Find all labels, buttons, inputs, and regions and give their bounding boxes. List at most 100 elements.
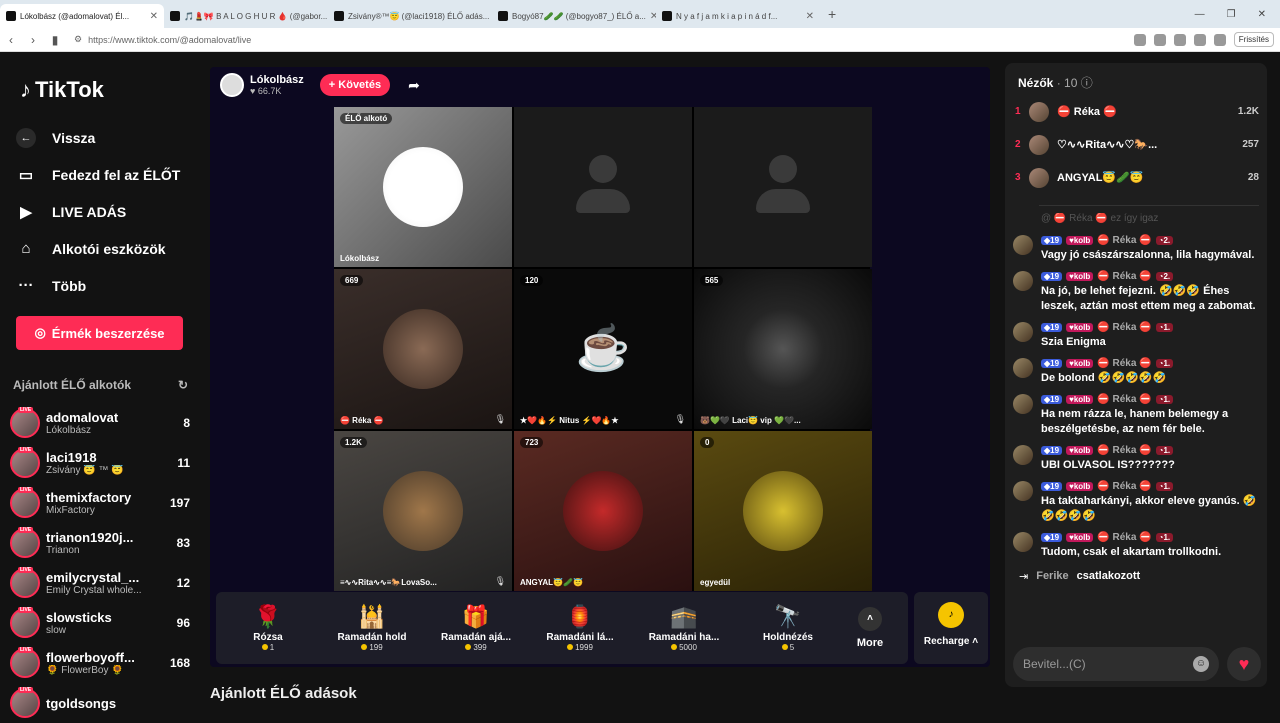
guest-cell[interactable]: 723 ANGYAL😇🥒😇 — [514, 431, 692, 591]
guest-cell[interactable] — [514, 107, 692, 267]
extension-icon[interactable] — [1213, 33, 1226, 46]
commenter-name[interactable]: ⛔ Réka ⛔ — [1097, 481, 1151, 492]
viewer-row[interactable]: 1 ⛔ Réka ⛔ 1.2K — [1015, 95, 1259, 128]
commenter-avatar[interactable] — [1013, 322, 1033, 342]
browser-tab[interactable]: Lókolbász (@adomalovat) Él... ✕ — [0, 4, 164, 28]
back-icon[interactable]: ‹ — [0, 33, 22, 47]
minimize-icon[interactable]: — — [1195, 9, 1205, 20]
emoji-icon[interactable]: ☺ — [1193, 656, 1209, 672]
guest-cell[interactable]: ☕ 120 ★❤️🔥⚡ Nitus ⚡❤️🔥★ 🎙 — [514, 269, 692, 429]
gift-price: 5 — [736, 643, 840, 652]
recommended-creator[interactable]: LIVE themixfactory MixFactory 197 — [10, 483, 190, 523]
guest-cell[interactable]: 0 egyedül — [694, 431, 872, 591]
share-icon[interactable]: ➦ — [408, 77, 420, 94]
joined-text: csatlakozott — [1076, 570, 1141, 582]
bookmark-icon[interactable]: ▮ — [44, 33, 66, 47]
commenter-avatar[interactable] — [1013, 445, 1033, 465]
recharge-button[interactable]: ♪ Recharge ˄ — [914, 592, 988, 664]
refresh-button[interactable]: Frissítés — [1233, 32, 1274, 47]
refresh-icon[interactable]: ↻ — [178, 378, 188, 392]
commenter-name[interactable]: ⛔ Réka ⛔ — [1097, 322, 1151, 333]
like-heart-button[interactable]: ♥ — [1227, 647, 1261, 681]
more-gifts-button[interactable]: ˄ More — [840, 607, 900, 649]
creator-text: flowerboyoff... 🌻 FlowerBoy 🌻 — [46, 650, 156, 676]
commenter-avatar[interactable] — [1013, 481, 1033, 501]
tab-title: Bogyó87🥒🥒 (@bogyo87_) ÉLŐ a... — [512, 11, 646, 21]
commenter-name[interactable]: ⛔ Réka ⛔ — [1097, 358, 1151, 369]
extension-icon[interactable] — [1153, 33, 1166, 46]
nav-item-2[interactable]: ▶ LIVE ADÁS — [16, 193, 192, 230]
recommended-creator[interactable]: LIVE slowsticks slow 96 — [10, 603, 190, 643]
recommended-creator[interactable]: LIVE trianon1920j... Trianon 83 — [10, 523, 190, 563]
recommended-creator[interactable]: LIVE tgoldsongs — [10, 683, 190, 723]
joined-user[interactable]: Ferike — [1036, 570, 1068, 583]
browser-tab[interactable]: N y a f j a m k i a p i n á d f... ✕ — [656, 4, 820, 28]
guest-cell[interactable]: 1.2K ≡∿∿Rita∿∿≡🐎LovaSo... 🎙 — [334, 431, 512, 591]
back-arrow-icon: ← — [16, 127, 36, 148]
tab-title: Zsivány®™😇 (@laci1918) ÉLŐ adás... — [348, 11, 490, 21]
help-icon[interactable]: ⓘ — [1081, 76, 1093, 90]
commenter-avatar[interactable] — [1013, 394, 1033, 414]
gift-item[interactable]: 🏮 Ramadáni lá... 1999 — [528, 604, 632, 652]
coin-icon — [567, 644, 574, 650]
recommended-creator[interactable]: LIVE laci1918 Zsivány 😇 ™ 😇 11 — [10, 443, 190, 483]
gift-item[interactable]: 🌹 Rózsa 1 — [216, 604, 320, 652]
new-tab-button[interactable]: + — [820, 6, 844, 22]
get-coins-button[interactable]: ◎ Érmék beszerzése — [16, 316, 183, 350]
guest-cell[interactable] — [694, 107, 872, 267]
viewer-count: 8 — [183, 416, 190, 430]
tiktok-logo[interactable]: ♪ TikTok — [20, 77, 104, 103]
viewer-row[interactable]: 2 ♡∿∿Rita∿∿♡🐎... 257 — [1015, 128, 1259, 161]
gift-icon: 🕌 — [358, 604, 386, 629]
commenter-name[interactable]: ⛔ Réka ⛔ — [1097, 235, 1151, 246]
tab-close-icon[interactable]: ✕ — [150, 11, 158, 22]
fan-club-badge: ♥kolb — [1066, 395, 1094, 404]
recommended-creator[interactable]: LIVE adomalovat Lókolbász 8 — [10, 403, 190, 443]
extension-icon[interactable] — [1193, 33, 1206, 46]
silhouette-body — [756, 189, 810, 213]
gift-item[interactable]: 🔭 Holdnézés 5 — [736, 604, 840, 652]
chat-input[interactable]: Bevitel...(C) ☺ — [1013, 647, 1219, 681]
guest-cell[interactable]: 669 ⛔ Réka ⛔ 🎙 — [334, 269, 512, 429]
guest-cell[interactable]: 565 🐻💚🖤 Laci😇 vip 💚🖤... — [694, 269, 872, 429]
tab-close-icon[interactable]: ✕ — [806, 11, 814, 22]
browser-tab[interactable]: 🎵💄🎀 B A L O G H U R 🩸 (@gabor...✕ — [164, 4, 328, 28]
host-avatar[interactable] — [220, 73, 244, 97]
address-bar[interactable]: ⚙ https://www.tiktok.com/@adomalovat/liv… — [74, 31, 834, 49]
site-info-icon[interactable]: ⚙ — [74, 34, 82, 45]
commenter-avatar[interactable] — [1013, 532, 1033, 552]
gift-item[interactable]: 🎁 Ramadán ajá... 399 — [424, 604, 528, 652]
recommended-creator[interactable]: LIVE emilycrystal_... Emily Crystal whole.… — [10, 563, 190, 603]
commenter-name[interactable]: ⛔ Réka ⛔ — [1097, 271, 1151, 282]
forward-icon[interactable]: › — [22, 33, 44, 47]
extension-icon[interactable] — [1133, 33, 1146, 46]
nav-item-1[interactable]: ▭ Fedezd fel az ÉLŐT — [16, 156, 192, 193]
commenter-name[interactable]: ⛔ Réka ⛔ — [1097, 532, 1151, 543]
browser-tab[interactable]: Zsivány®™😇 (@laci1918) ÉLŐ adás...✕ — [328, 4, 492, 28]
guest-cell[interactable]: ÉLŐ alkotó Lókolbász — [334, 107, 512, 267]
extension-icon[interactable] — [1173, 33, 1186, 46]
commenter-avatar[interactable] — [1013, 235, 1033, 255]
nav-item-4[interactable]: ··· Több — [16, 267, 192, 304]
guest-name: 🐻💚🖤 Laci😇 vip 💚🖤... — [700, 416, 801, 425]
viewer-count: 168 — [169, 656, 190, 670]
fan-club-name: kolb — [1073, 446, 1091, 455]
chat-message: ◆19 ♥kolb ⛔ Réka ⛔ ◔1. Szia Enigma — [1013, 322, 1261, 350]
commenter-avatar[interactable] — [1013, 358, 1033, 378]
follow-button[interactable]: + Követés — [319, 74, 391, 96]
viewer-avatar — [1029, 167, 1049, 188]
gift-item[interactable]: 🕋 Ramadáni ha... 5000 — [632, 604, 736, 652]
restore-icon[interactable]: ❐ — [1227, 9, 1236, 20]
viewer-row[interactable]: 3 ANGYAL😇🥒😇 28 — [1015, 161, 1259, 194]
browser-tab[interactable]: Bogyó87🥒🥒 (@bogyo87_) ÉLŐ a... ✕ — [492, 4, 656, 28]
commenter-avatar[interactable] — [1013, 271, 1033, 291]
tiktok-favicon-icon — [334, 11, 344, 21]
recommended-creator[interactable]: LIVE flowerboyoff... 🌻 FlowerBoy 🌻 168 — [10, 643, 190, 683]
gift-item[interactable]: 🕌 Ramadán hold 199 — [320, 604, 424, 652]
nav-item-3[interactable]: ⌂ Alkotói eszközök — [16, 230, 192, 267]
close-window-icon[interactable]: ✕ — [1258, 9, 1266, 20]
host-name[interactable]: Lókolbász — [250, 74, 304, 86]
commenter-name[interactable]: ⛔ Réka ⛔ — [1097, 394, 1151, 405]
nav-item-0[interactable]: ← Vissza — [16, 119, 192, 156]
commenter-name[interactable]: ⛔ Réka ⛔ — [1097, 445, 1151, 456]
